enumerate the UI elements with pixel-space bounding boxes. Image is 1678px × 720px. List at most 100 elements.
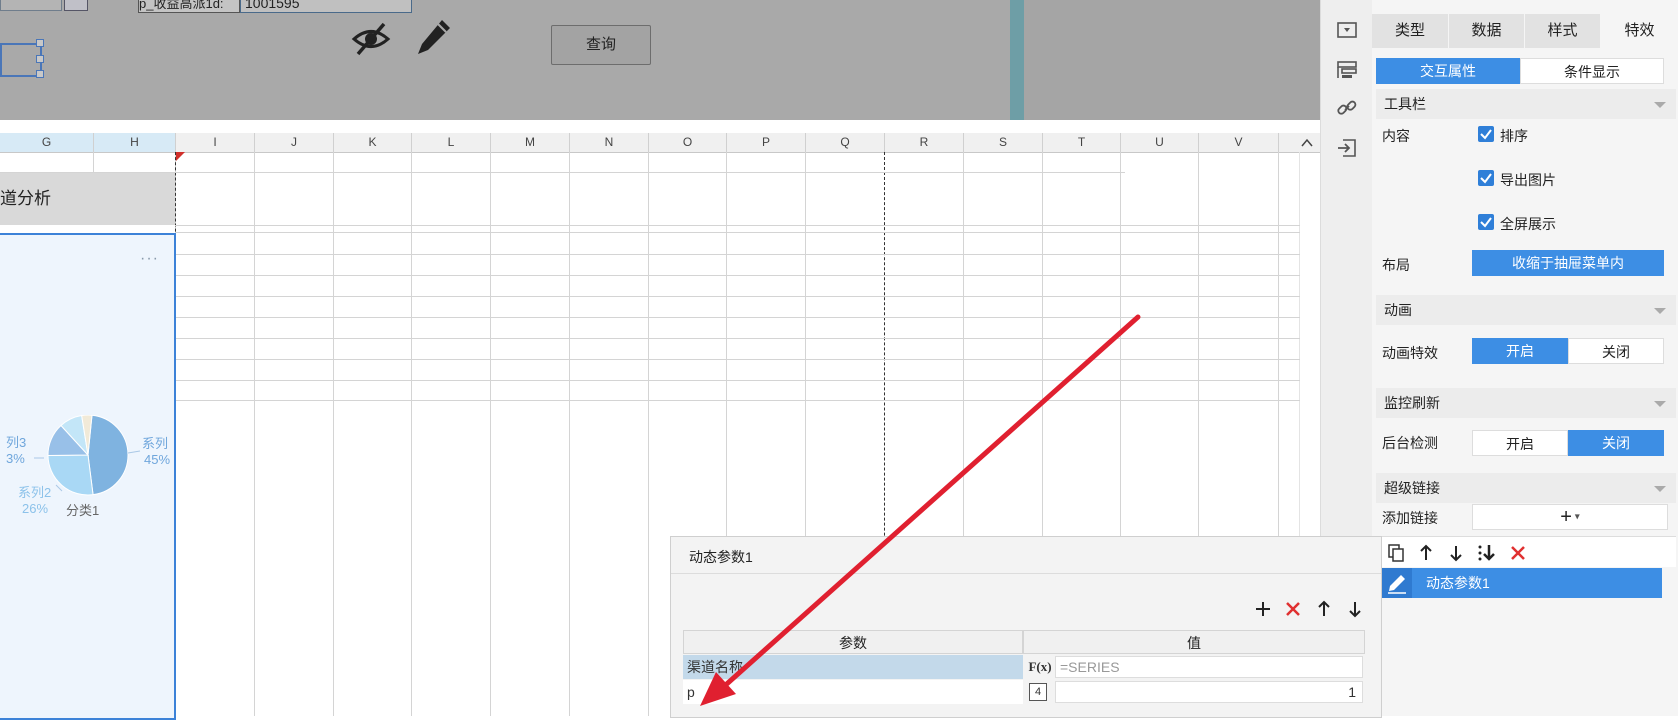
- column-header-m[interactable]: M: [491, 133, 570, 153]
- column-header-r[interactable]: R: [885, 133, 964, 153]
- pie-chart-widget[interactable]: ··· 系列 45% 系列2 26% 列3 3% 分类1: [0, 233, 176, 720]
- preview-picker-button[interactable]: [64, 0, 88, 11]
- scrollbar[interactable]: [1010, 0, 1024, 120]
- checkbox-fullscreen-label: 全屏展示: [1500, 216, 1556, 232]
- import-icon[interactable]: [1335, 136, 1359, 160]
- param-value-input[interactable]: 1: [1055, 681, 1363, 703]
- column-header-q[interactable]: Q: [806, 133, 885, 153]
- column-header-n[interactable]: N: [570, 133, 649, 153]
- series-2-label: 系列2: [18, 485, 51, 500]
- widget-icon[interactable]: [1335, 18, 1359, 42]
- query-button[interactable]: 查询: [551, 25, 651, 65]
- series-1-percent: 45%: [144, 452, 170, 467]
- edit-pencil-icon[interactable]: [414, 16, 454, 63]
- series-2-percent: 26%: [22, 501, 48, 516]
- column-header-value: 值: [1023, 630, 1365, 654]
- param-name-cell[interactable]: p: [683, 680, 1023, 704]
- pie-slice-1: [87, 415, 129, 496]
- section-toolbar[interactable]: 工具栏: [1376, 89, 1676, 119]
- tab-data[interactable]: 数据: [1449, 14, 1524, 48]
- delete-icon[interactable]: [1283, 599, 1303, 619]
- series-3-label: 列3: [6, 435, 26, 450]
- number-type-icon[interactable]: 4: [1029, 683, 1047, 701]
- pie-chart: 系列 45% 系列2 26% 列3 3% 分类1: [6, 415, 170, 518]
- dialog-title: 动态参数1: [689, 549, 753, 565]
- monitor-on-button[interactable]: 开启: [1472, 430, 1568, 456]
- section-monitor[interactable]: 监控刷新: [1376, 388, 1676, 418]
- move-up-icon[interactable]: [1314, 599, 1334, 619]
- add-link-label: 添加链接: [1382, 510, 1438, 526]
- content-label: 内容: [1382, 128, 1410, 144]
- chevron-down-icon: [1654, 401, 1666, 407]
- panel-tabs: 类型 数据 样式 特效: [1372, 14, 1678, 48]
- move-down-icon[interactable]: [1345, 599, 1365, 619]
- checkbox-fullscreen[interactable]: [1478, 214, 1494, 230]
- series-1-label: 系列: [142, 436, 168, 451]
- animation-off-button[interactable]: 关闭: [1568, 338, 1664, 364]
- preview-background: [1024, 0, 1320, 120]
- link-icon[interactable]: [1335, 96, 1359, 120]
- preview-input[interactable]: [0, 0, 62, 11]
- param-name-cell[interactable]: 渠道名称: [683, 655, 1023, 679]
- copy-icon[interactable]: [1386, 543, 1406, 563]
- hide-eye-icon[interactable]: [350, 18, 392, 63]
- param-value-input[interactable]: =SERIES: [1055, 656, 1363, 678]
- column-header-i[interactable]: I: [176, 133, 255, 153]
- column-header-o[interactable]: O: [649, 133, 727, 153]
- sub-tab-interaction[interactable]: 交互属性: [1376, 58, 1520, 84]
- resize-handle[interactable]: [36, 70, 44, 78]
- more-options-icon[interactable]: ···: [140, 250, 159, 268]
- formula-type-icon[interactable]: F(x): [1026, 655, 1054, 679]
- section-hyperlink[interactable]: 超级链接: [1376, 473, 1676, 503]
- checkbox-export-image-label: 导出图片: [1500, 172, 1556, 188]
- checkbox-sort[interactable]: [1478, 126, 1494, 142]
- column-header-u[interactable]: U: [1121, 133, 1199, 153]
- add-icon[interactable]: [1253, 599, 1273, 619]
- animation-label: 动画特效: [1382, 345, 1438, 361]
- delete-icon[interactable]: [1508, 543, 1528, 563]
- column-header-k[interactable]: K: [334, 133, 412, 153]
- link-list-item[interactable]: 动态参数1: [1382, 568, 1662, 598]
- column-header-g[interactable]: G: [0, 133, 94, 153]
- section-hyperlink-title: 超级链接: [1384, 480, 1440, 496]
- section-animation[interactable]: 动画: [1376, 295, 1676, 325]
- preview-area: p_收益高派1d: 1001595 查询: [0, 0, 1320, 120]
- sub-tab-condition[interactable]: 条件显示: [1520, 58, 1664, 84]
- column-header-s[interactable]: S: [964, 133, 1043, 153]
- layout-select[interactable]: 收缩于抽屉菜单内: [1472, 250, 1664, 276]
- monitor-label: 后台检测: [1382, 435, 1438, 451]
- section-animation-title: 动画: [1384, 302, 1412, 318]
- column-header-p[interactable]: P: [727, 133, 806, 153]
- param-label: p_收益高派1d:: [138, 0, 240, 13]
- tab-type[interactable]: 类型: [1372, 14, 1448, 48]
- tab-style[interactable]: 样式: [1525, 14, 1600, 48]
- tab-effects[interactable]: 特效: [1601, 14, 1678, 48]
- move-down-icon[interactable]: [1446, 543, 1466, 563]
- column-header-l[interactable]: L: [412, 133, 491, 153]
- add-link-plus: +: [1560, 506, 1572, 528]
- layers-icon[interactable]: [1335, 58, 1359, 82]
- checkbox-sort-label: 排序: [1500, 128, 1528, 144]
- checkbox-export-image[interactable]: [1478, 170, 1494, 186]
- scroll-up-icon[interactable]: [1300, 136, 1314, 150]
- column-header-j[interactable]: J: [255, 133, 334, 153]
- chevron-down-icon: [1654, 486, 1666, 492]
- monitor-off-button[interactable]: 关闭: [1568, 430, 1664, 456]
- resize-handle[interactable]: [36, 39, 44, 47]
- animation-on-button[interactable]: 开启: [1472, 338, 1568, 364]
- column-header-v[interactable]: V: [1199, 133, 1279, 153]
- chevron-down-icon: [1654, 102, 1666, 108]
- move-up-icon[interactable]: [1416, 543, 1436, 563]
- chevron-down-icon: [1654, 308, 1666, 314]
- column-header-h[interactable]: H: [94, 133, 176, 153]
- edit-pencil-icon[interactable]: [1382, 568, 1412, 598]
- dialog-divider: [671, 573, 1381, 574]
- layout-label: 布局: [1382, 257, 1410, 273]
- resize-handle[interactable]: [36, 55, 44, 63]
- move-bottom-icon[interactable]: [1476, 543, 1496, 563]
- series-3-percent: 3%: [6, 451, 25, 466]
- title-cell[interactable]: 道分析: [0, 173, 175, 225]
- add-link-button[interactable]: + ▾: [1472, 504, 1668, 530]
- column-header-t[interactable]: T: [1043, 133, 1121, 153]
- param-input[interactable]: 1001595: [240, 0, 412, 13]
